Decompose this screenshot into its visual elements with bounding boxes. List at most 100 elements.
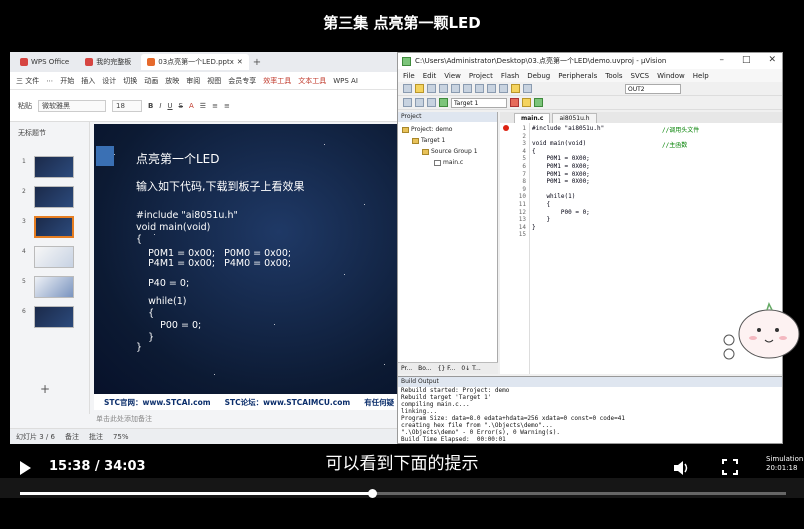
code-line[interactable]: P0M1 = 0X00; (532, 163, 589, 170)
code-line[interactable]: P00 = 0; (532, 209, 590, 216)
menu-tools[interactable]: Tools (605, 72, 622, 80)
font-size-select[interactable]: 18 (112, 99, 142, 112)
close-icon[interactable]: ✕ (768, 55, 776, 65)
wps-tab-home[interactable]: WPS Office (14, 54, 75, 70)
bold-icon[interactable]: B (148, 102, 153, 110)
open-icon[interactable] (415, 84, 424, 93)
debug-icon[interactable] (534, 98, 543, 107)
manage-icon[interactable] (522, 98, 531, 107)
minimize-icon[interactable]: – (719, 55, 724, 65)
slide-canvas[interactable]: 点亮第一个LED 输入如下代码,下载到板子上看效果 #include "ai80… (94, 124, 402, 394)
slide-title[interactable]: 点亮第一个LED (136, 150, 220, 167)
save-icon[interactable] (427, 84, 436, 93)
slide-thumbnail-selected[interactable] (34, 216, 74, 238)
list-icon[interactable]: ☰ (200, 102, 206, 110)
comment-button[interactable]: 批注 (89, 432, 103, 442)
close-icon[interactable]: ✕ (237, 58, 243, 66)
code-line[interactable]: P0M1 = 0X00; (532, 178, 589, 185)
menu-flash[interactable]: Flash (501, 72, 519, 80)
code-line[interactable]: { (532, 148, 536, 155)
wps-tab-pptx[interactable]: 03点亮第一个LED.pptx ✕ (141, 54, 249, 70)
tab-templates[interactable]: 0↓ T... (461, 365, 480, 372)
menu-peripherals[interactable]: Peripherals (558, 72, 597, 80)
breakpoint-icon[interactable] (503, 125, 509, 131)
menu-svcs[interactable]: SVCS (631, 72, 650, 80)
tab-project[interactable]: Pr... (401, 365, 412, 372)
tree-source-group[interactable]: Source Group 1 (422, 148, 478, 155)
translate-icon[interactable] (403, 98, 412, 107)
maximize-icon[interactable]: □ (742, 55, 751, 65)
menu-slideshow[interactable]: 放映 (165, 76, 179, 86)
menu-transition[interactable]: 切换 (123, 76, 137, 86)
tree-target[interactable]: Target 1 (412, 137, 445, 144)
slide-thumbnail[interactable] (34, 186, 74, 208)
menu-file[interactable]: 三 文件 (16, 76, 39, 86)
code-line[interactable]: } (532, 216, 550, 223)
menu-insert[interactable]: 插入 (81, 76, 95, 86)
menu-debug[interactable]: Debug (527, 72, 550, 80)
find-icon[interactable] (523, 84, 532, 93)
new-tab-icon[interactable]: + (253, 57, 261, 68)
code-line[interactable]: } (532, 224, 536, 231)
rebuild-icon[interactable] (427, 98, 436, 107)
notes-button[interactable]: 备注 (65, 432, 79, 442)
menu-wps-ai[interactable]: WPS AI (333, 77, 358, 85)
menu-text-tools[interactable]: 文本工具 (298, 76, 326, 86)
menu-review[interactable]: 审阅 (186, 76, 200, 86)
tab-functions[interactable]: {} F... (438, 365, 456, 372)
paste-icon[interactable] (475, 84, 484, 93)
add-slide-icon[interactable]: + (40, 382, 50, 396)
copy-icon[interactable] (463, 84, 472, 93)
cut-icon[interactable] (451, 84, 460, 93)
paste-button[interactable]: 粘贴 (18, 101, 32, 111)
progress-bar[interactable] (20, 489, 786, 498)
italic-icon[interactable]: I (159, 102, 161, 110)
build-icon[interactable] (415, 98, 424, 107)
menu-efficiency[interactable]: 效率工具 (263, 76, 291, 86)
code-line[interactable]: void main(void) //主函数 (532, 140, 687, 149)
fullscreen-icon[interactable] (722, 459, 738, 475)
code-line[interactable]: P0M1 = 0X00; (532, 155, 589, 162)
slide-thumbnail[interactable] (34, 306, 74, 328)
strikethrough-icon[interactable]: S (179, 102, 183, 110)
find-field[interactable]: OUT2 (625, 83, 681, 94)
code-line[interactable]: while(1) (532, 193, 575, 200)
slide-thumbnail[interactable] (34, 156, 74, 178)
menu-member[interactable]: 会员专享 (228, 76, 256, 86)
menu-design[interactable]: 设计 (102, 76, 116, 86)
slide-thumbnail[interactable] (34, 276, 74, 298)
play-icon[interactable] (20, 461, 31, 475)
menu-window[interactable]: Window (657, 72, 685, 80)
tree-project[interactable]: Project: demo (402, 126, 452, 133)
progress-handle[interactable] (367, 489, 377, 498)
download-icon[interactable] (439, 98, 448, 107)
font-color-icon[interactable]: A (189, 102, 194, 110)
menu-file[interactable]: File (403, 72, 415, 80)
redo-icon[interactable] (499, 84, 508, 93)
font-select[interactable]: 微软雅黑 (38, 99, 106, 112)
zoom-level[interactable]: 75% (113, 433, 129, 441)
bookmark-icon[interactable] (511, 84, 520, 93)
slide-subtitle[interactable]: 输入如下代码,下载到板子上看效果 (136, 178, 305, 194)
code-line[interactable]: #include "ai8051u.h" //调用头文件 (532, 125, 699, 134)
wps-tab-doc[interactable]: 我的完整板 (79, 54, 137, 70)
menu-edit[interactable]: Edit (423, 72, 437, 80)
save-all-icon[interactable] (439, 84, 448, 93)
target-select[interactable]: Target 1 (451, 97, 507, 108)
tab-main-c[interactable]: main.c (514, 113, 551, 123)
code-line[interactable]: { (532, 201, 550, 208)
code-line[interactable]: P0M1 = 0X00; (532, 171, 589, 178)
menu-help[interactable]: Help (693, 72, 709, 80)
menu-view[interactable]: 视图 (207, 76, 221, 86)
menu-animation[interactable]: 动画 (144, 76, 158, 86)
tab-ai8051u-h[interactable]: ai8051u.h (552, 113, 597, 123)
underline-icon[interactable]: U (167, 102, 172, 110)
menu-view[interactable]: View (444, 72, 461, 80)
tab-books[interactable]: Bo... (418, 365, 431, 372)
align-left-icon[interactable]: ≡ (212, 102, 218, 110)
align-center-icon[interactable]: ≡ (224, 102, 230, 110)
tree-main-c[interactable]: main.c (434, 159, 463, 166)
undo-icon[interactable] (487, 84, 496, 93)
options-icon[interactable] (510, 98, 519, 107)
menu-more[interactable]: ⋯ (46, 77, 53, 85)
